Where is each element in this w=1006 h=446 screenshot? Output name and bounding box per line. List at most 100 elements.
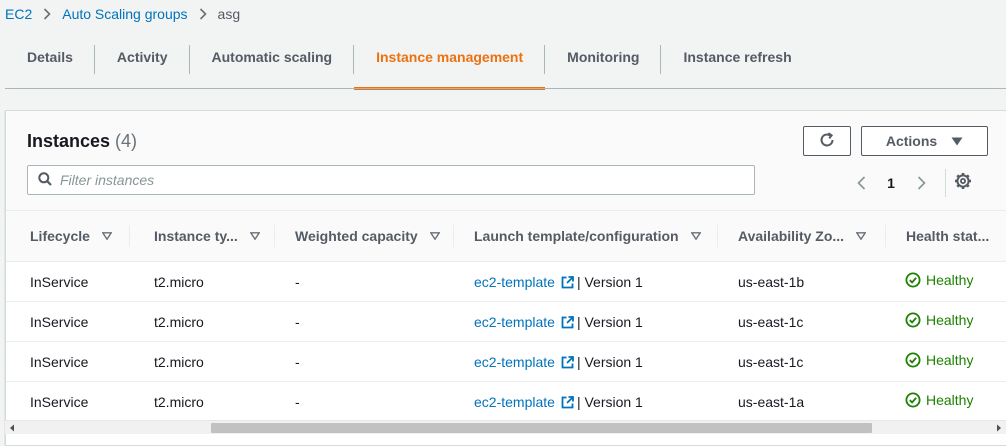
status-success-icon [905,352,921,368]
refresh-button[interactable] [803,126,851,156]
cell-instance-type: t2.micro [130,381,275,422]
template-version: | Version 1 [576,313,643,330]
pagination: 1 [849,169,946,197]
scroll-left-arrow-icon[interactable] [5,421,19,435]
tab-automatic-scaling[interactable]: Automatic scaling [190,40,355,89]
launch-template-link[interactable]: ec2-template [474,354,555,370]
launch-template-link[interactable]: ec2-template [474,314,555,330]
column-header-launch-template[interactable]: Launch template/configuration [454,211,718,262]
cell-availability-zone: us-east-1a [718,381,886,422]
column-header-weighted-capacity[interactable]: Weighted capacity [275,211,454,262]
template-version: | Version 1 [576,393,643,410]
cell-lifecycle: InService [6,261,130,302]
page-number[interactable]: 1 [873,175,909,191]
cell-instance-type: t2.micro [130,261,275,302]
scrollbar-thumb[interactable] [211,423,872,433]
template-version: | Version 1 [576,353,643,370]
cell-weighted-capacity: - [275,261,454,302]
column-header-availability-zone[interactable]: Availability Zo... [718,211,886,262]
column-label: Launch template/configuration [474,228,679,244]
horizontal-scrollbar[interactable] [5,420,1006,434]
breadcrumb-ec2[interactable]: EC2 [5,6,32,22]
instances-title-text: Instances [27,131,111,151]
filter-box [27,165,755,195]
tab-bar: Details Activity Automatic scaling Insta… [5,40,1006,90]
column-label: Lifecycle [30,228,90,244]
column-label: Health stat... [906,228,990,244]
instances-panel-header: Instances(4) Actions 1 [6,111,1006,211]
tab-instance-management[interactable]: Instance management [354,40,546,90]
launch-template-link[interactable]: ec2-template [474,394,555,410]
chevron-right-icon [199,8,207,20]
column-header-instance-type[interactable]: Instance ty... [130,211,275,262]
actions-label: Actions [885,133,938,149]
status-success-icon [905,272,921,288]
table-row: InService t2.micro - ec2-template | Versi… [6,261,1006,302]
launch-template-link[interactable]: ec2-template [474,274,555,290]
cell-availability-zone: us-east-1c [718,341,886,382]
status-success-icon [905,392,921,408]
pager-divider [945,169,946,197]
chevron-left-icon [856,176,865,190]
tab-label: Details [27,48,73,65]
actions-button[interactable]: Actions [861,126,988,156]
instances-table: Lifecycle Instance ty... Weighted capaci… [6,211,1006,422]
scroll-right-arrow-icon[interactable] [992,421,1006,435]
tab-label: Instance management [376,48,524,65]
cell-weighted-capacity: - [275,341,454,382]
previous-page-button[interactable] [849,171,873,195]
next-page-button[interactable] [909,171,933,195]
external-link-icon[interactable] [561,395,574,409]
tab-details[interactable]: Details [5,40,95,89]
cell-launch-template: ec2-template | Version 1 [454,381,718,422]
cell-lifecycle: InService [6,341,130,382]
cell-instance-type: t2.micro [130,341,275,382]
template-version: | Version 1 [576,273,643,290]
cell-launch-template: ec2-template | Version 1 [454,301,718,342]
cell-lifecycle: InService [6,381,130,422]
status-success-icon [905,312,921,328]
cell-health-status: Healthy [886,341,1006,382]
column-label: Availability Zo... [738,228,845,244]
column-header-lifecycle[interactable]: Lifecycle [6,211,130,262]
cell-weighted-capacity: - [275,301,454,342]
sort-caret-icon [690,232,701,240]
tab-label: Instance refresh [683,48,792,65]
column-label: Weighted capacity [295,228,418,244]
table-row: InService t2.micro - ec2-template | Versi… [6,381,1006,422]
filter-instances-input[interactable] [60,172,720,188]
breadcrumb-current: asg [217,6,241,22]
search-icon [38,171,52,189]
tab-instance-refresh[interactable]: Instance refresh [661,40,813,89]
breadcrumb: EC2 Auto Scaling groups asg [5,6,240,22]
refresh-icon [818,131,836,152]
cell-health-status: Healthy [886,381,1006,422]
tab-divider [5,88,1006,89]
cell-availability-zone: us-east-1b [718,261,886,302]
chevron-right-icon [43,8,51,20]
external-link-icon[interactable] [561,315,574,329]
table-row: InService t2.micro - ec2-template | Versi… [6,341,1006,382]
health-status-text: Healthy [926,352,974,368]
tab-monitoring[interactable]: Monitoring [545,40,662,89]
cell-launch-template: ec2-template | Version 1 [454,341,718,382]
caret-down-icon [951,133,963,149]
external-link-icon[interactable] [561,275,574,289]
gear-icon [955,173,971,189]
sort-caret-icon [249,232,260,240]
table-header-row: Lifecycle Instance ty... Weighted capaci… [6,211,1006,262]
instances-panel: Instances(4) Actions 1 [5,110,1006,446]
breadcrumb-auto-scaling-groups[interactable]: Auto Scaling groups [62,6,187,22]
cell-health-status: Healthy [886,261,1006,302]
cell-instance-type: t2.micro [130,301,275,342]
sort-caret-icon [429,232,440,240]
external-link-icon[interactable] [561,355,574,369]
table-row: InService t2.micro - ec2-template | Versi… [6,301,1006,342]
column-header-health-status[interactable]: Health stat... [886,211,1006,262]
cell-lifecycle: InService [6,301,130,342]
table-settings-button[interactable] [951,169,975,193]
instances-title: Instances (4) [27,131,137,152]
tab-label: Automatic scaling [211,48,333,65]
tab-activity[interactable]: Activity [95,40,190,89]
cell-weighted-capacity: - [275,381,454,422]
